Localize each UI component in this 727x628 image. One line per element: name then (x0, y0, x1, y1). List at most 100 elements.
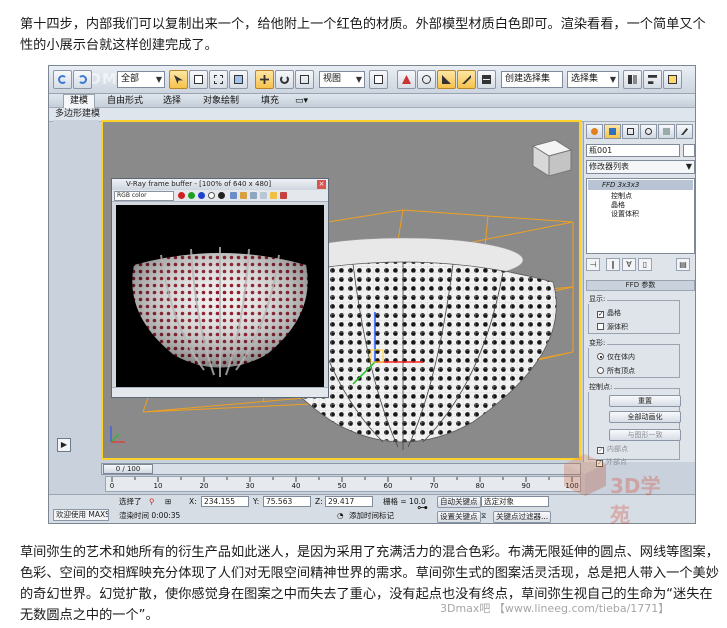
scale-button[interactable] (295, 70, 314, 89)
clear-image-icon[interactable] (250, 192, 257, 199)
vray-frame-buffer-window[interactable]: V-Ray frame buffer - [100% of 640 x 480]… (111, 178, 329, 398)
frame-buffer-status (112, 387, 328, 397)
reset-button[interactable]: 重置 (609, 395, 681, 407)
remove-modifier-icon[interactable]: ▯ (638, 258, 652, 271)
chevron-down-icon: ▼ (685, 162, 692, 171)
select-object-button[interactable] (169, 70, 188, 89)
green-channel-icon[interactable] (188, 192, 195, 199)
snap-button[interactable] (417, 70, 436, 89)
y-coordinate-field[interactable]: 75.563 (263, 496, 311, 507)
make-unique-icon[interactable]: ∀ (622, 258, 636, 271)
mono-channel-icon[interactable] (218, 192, 225, 199)
watermark-url: 3Dmax吧 【www.lineeg.com/tieba/1771】 (440, 602, 670, 615)
redo-button[interactable] (73, 70, 92, 89)
track-bar[interactable]: 0102030405060708090100 (105, 476, 581, 492)
time-slider-thumb[interactable]: 0 / 100 (103, 464, 153, 474)
selection-set-select[interactable]: 选择集 ▼ (567, 71, 619, 88)
animate-all-button[interactable]: 全部动画化 (609, 411, 681, 423)
configure-sets-icon[interactable]: ▤ (676, 258, 690, 271)
load-image-icon[interactable] (240, 192, 247, 199)
modifier-list-value: 修改器列表 (589, 162, 629, 171)
render-icon[interactable] (280, 192, 287, 199)
channel-select[interactable]: RGB color (114, 191, 174, 201)
ffd-parameters-rollout[interactable]: FFD 参数 (586, 280, 695, 291)
layer-button[interactable] (663, 70, 682, 89)
add-time-tag-button[interactable]: 添加时间标记 (349, 511, 394, 521)
region-select-button[interactable] (209, 70, 228, 89)
window-crossing-button[interactable] (229, 70, 248, 89)
modifier-list-select[interactable]: 修改器列表 ▼ (586, 160, 695, 174)
mirror-button[interactable] (623, 70, 642, 89)
angle-snap-button[interactable] (437, 70, 456, 89)
inside-volume-radio[interactable]: 仅在体内 (597, 353, 635, 362)
hierarchy-tab-icon[interactable] (622, 124, 639, 139)
blue-channel-icon[interactable] (198, 192, 205, 199)
selection-lock-icon[interactable]: ⚲ (149, 497, 155, 507)
stack-item-set-volume[interactable]: 设置体积 (611, 210, 639, 219)
red-channel-icon[interactable] (178, 192, 185, 199)
modifier-stack: FFD 3x3x3 控制点 晶格 设置体积 (586, 178, 695, 254)
maxscript-listener[interactable]: 欢迎使用 MAXSc (53, 509, 109, 521)
key-mode-select[interactable]: 选定对象 (481, 496, 549, 507)
tab-modeling[interactable]: 建模 (63, 94, 96, 108)
object-color-swatch[interactable] (683, 144, 695, 157)
tab-object-paint[interactable]: 对象绘制 (197, 95, 245, 107)
set-key-button[interactable]: 设置关键点 (437, 511, 481, 523)
close-icon[interactable]: × (317, 180, 326, 189)
object-name-field[interactable]: 瓶001 (586, 144, 680, 157)
percent-snap-button[interactable] (457, 70, 476, 89)
create-tab-icon[interactable] (586, 124, 603, 139)
display-tab-icon[interactable] (658, 124, 675, 139)
viewcube-icon[interactable] (531, 139, 573, 177)
stack-item-ffd[interactable]: FFD 3x3x3 (588, 180, 693, 190)
key-icon[interactable]: ⊶ (417, 502, 428, 513)
source-volume-checkbox[interactable]: 源体积 (597, 323, 628, 332)
named-selection-input[interactable]: 创建选择集 (501, 71, 563, 88)
stack-item-lattice[interactable]: 晶格 (611, 201, 625, 210)
rotate-button[interactable] (275, 70, 294, 89)
display-group: 显示: ✓ 晶格 源体积 (587, 294, 680, 334)
x-coordinate-field[interactable]: 234.155 (201, 496, 249, 507)
inside-volume-label: 仅在体内 (607, 353, 635, 361)
key-filters-button[interactable]: 关键点过滤器... (493, 511, 552, 523)
z-coordinate-field[interactable]: 29.417 (325, 496, 373, 507)
tab-populate[interactable]: 填充 (255, 95, 285, 107)
pivot-button[interactable] (369, 70, 388, 89)
lattice-checkbox[interactable]: ✓ 晶格 (597, 309, 621, 318)
copy-image-icon[interactable] (260, 192, 267, 199)
modify-tab-icon[interactable] (604, 124, 621, 139)
align-button[interactable] (643, 70, 662, 89)
cube-logo-icon (564, 454, 606, 496)
reference-coord-value: 视图 (323, 74, 342, 84)
time-tag-icon[interactable]: ◔ (337, 511, 344, 521)
play-icon[interactable]: ▶ (57, 438, 71, 452)
key-mode-icon[interactable]: ⧖ (481, 511, 486, 521)
chevron-down-icon: ▼ (355, 75, 362, 84)
tab-freeform[interactable]: 自由形式 (101, 95, 149, 107)
all-vertices-radio[interactable]: 所有顶点 (597, 367, 635, 376)
reference-coord-select[interactable]: 视图 ▼ (319, 71, 365, 88)
spinner-snap-button[interactable] (477, 70, 496, 89)
move-button[interactable] (255, 70, 274, 89)
select-manipulate-button[interactable] (397, 70, 416, 89)
tab-selection[interactable]: 选择 (157, 95, 187, 107)
alpha-channel-icon[interactable] (208, 192, 215, 199)
stack-item-control-points[interactable]: 控制点 (611, 192, 632, 201)
selection-filter-select[interactable]: 全部 ▼ (117, 71, 165, 88)
show-end-result-icon[interactable]: ∥ (606, 258, 620, 271)
motion-tab-icon[interactable] (640, 124, 657, 139)
perspective-viewport[interactable]: V-Ray frame buffer - [100% of 640 x 480]… (101, 120, 581, 460)
ribbon-options-icon[interactable]: ▭▾ (289, 95, 314, 107)
deform-group: 变形: 仅在体内 所有顶点 (587, 338, 680, 378)
track-tick-label: 20 (199, 482, 209, 490)
save-image-icon[interactable] (230, 192, 237, 199)
pin-stack-icon[interactable]: ⊣ (586, 258, 600, 271)
absolute-mode-icon[interactable]: ⊞ (165, 497, 171, 507)
conform-to-shape-button[interactable]: 与图形一致 (609, 429, 681, 441)
undo-button[interactable] (53, 70, 72, 89)
select-by-name-button[interactable] (189, 70, 208, 89)
time-slider[interactable]: 0 / 100 (101, 463, 581, 475)
utilities-tab-icon[interactable] (676, 124, 693, 139)
auto-key-button[interactable]: 自动关键点 (437, 496, 481, 508)
region-render-icon[interactable] (270, 192, 277, 199)
